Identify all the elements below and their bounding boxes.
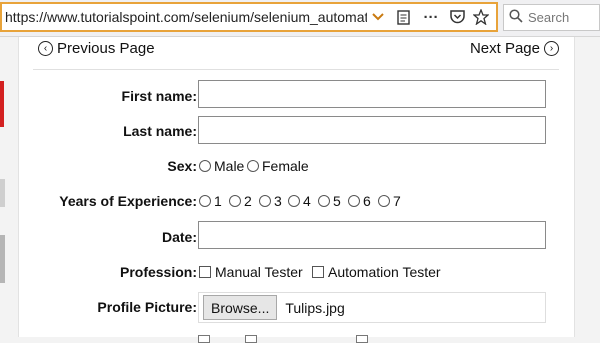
radio-button[interactable]: [247, 160, 259, 172]
search-box[interactable]: Search: [503, 4, 600, 31]
last-name-label: Last name:: [123, 123, 197, 139]
profession-option-manual[interactable]: Manual Tester: [199, 264, 303, 280]
browse-button[interactable]: Browse...: [203, 295, 278, 320]
search-icon: [504, 9, 528, 26]
radio-button[interactable]: [288, 195, 300, 207]
experience-option-label: 2: [244, 193, 252, 209]
experience-option[interactable]: 2: [229, 193, 252, 209]
sex-option-female[interactable]: Female: [247, 158, 309, 174]
browser-toolbar: https://www.tutorialspoint.com/selenium/…: [0, 0, 600, 37]
next-page-link[interactable]: Next Page ›: [470, 40, 559, 57]
sidebar-block: [0, 235, 5, 283]
experience-option-label: 6: [363, 193, 371, 209]
sex-label: Sex:: [167, 158, 197, 174]
radio-button[interactable]: [348, 195, 360, 207]
checkbox[interactable]: [356, 335, 368, 343]
chevron-down-icon[interactable]: [367, 5, 389, 29]
experience-option[interactable]: 1: [199, 193, 222, 209]
experience-option[interactable]: 4: [288, 193, 311, 209]
checkbox[interactable]: [312, 266, 324, 278]
experience-label: Years of Experience:: [59, 193, 197, 209]
sex-option-label: Male: [214, 158, 245, 174]
search-placeholder: Search: [528, 10, 570, 25]
profession-option-label: Manual Tester: [215, 264, 303, 280]
profile-picture-label: Profile Picture:: [97, 299, 197, 315]
url-text[interactable]: https://www.tutorialspoint.com/selenium/…: [2, 9, 367, 25]
chevron-left-icon: ‹: [38, 41, 53, 56]
content-panel: ‹ Previous Page Next Page › First name: …: [18, 37, 575, 337]
date-input[interactable]: [198, 221, 546, 249]
experience-option[interactable]: 6: [348, 193, 371, 209]
radio-button[interactable]: [199, 160, 211, 172]
profession-label: Profession:: [119, 264, 197, 280]
next-page-label: Next Page: [469, 40, 540, 57]
pocket-icon[interactable]: [445, 5, 469, 29]
checkbox[interactable]: [198, 335, 210, 343]
experience-option[interactable]: 5: [318, 193, 341, 209]
reader-view-icon[interactable]: [389, 5, 417, 29]
checkbox[interactable]: [245, 335, 257, 343]
sidebar-block: [0, 179, 5, 207]
experience-option-label: 1: [214, 193, 222, 209]
selected-file-name: Tulips.jpg: [285, 299, 345, 316]
page-navigation: ‹ Previous Page Next Page ›: [33, 37, 559, 70]
bookmark-star-icon[interactable]: [469, 5, 493, 29]
previous-page-label: Previous Page: [57, 40, 155, 57]
radio-button[interactable]: [318, 195, 330, 207]
checkbox[interactable]: [199, 266, 211, 278]
radio-button[interactable]: [229, 195, 241, 207]
profile-picture-file-input: Browse... Tulips.jpg: [198, 292, 546, 323]
sidebar-accent-bar: [0, 81, 4, 127]
experience-option[interactable]: 7: [378, 193, 401, 209]
experience-option-label: 4: [303, 193, 311, 209]
first-name-label: First name:: [121, 88, 197, 104]
chevron-right-icon: ›: [544, 41, 559, 56]
profession-option-automation[interactable]: Automation Tester: [312, 264, 441, 280]
radio-button[interactable]: [259, 195, 271, 207]
profession-option-label: Automation Tester: [328, 264, 441, 280]
sex-option-male[interactable]: Male: [199, 158, 244, 174]
radio-button[interactable]: [199, 195, 211, 207]
more-actions-icon[interactable]: ···: [417, 5, 445, 29]
experience-option-label: 5: [333, 193, 341, 209]
last-name-input[interactable]: [198, 116, 546, 144]
date-label: Date:: [161, 229, 197, 245]
first-name-input[interactable]: [198, 80, 546, 108]
address-bar[interactable]: https://www.tutorialspoint.com/selenium/…: [0, 2, 498, 32]
experience-option-label: 7: [393, 193, 401, 209]
previous-page-link[interactable]: ‹ Previous Page: [38, 40, 155, 57]
experience-option[interactable]: 3: [259, 193, 282, 209]
experience-option-label: 3: [274, 193, 282, 209]
sex-option-label: Female: [262, 158, 309, 174]
radio-button[interactable]: [378, 195, 390, 207]
